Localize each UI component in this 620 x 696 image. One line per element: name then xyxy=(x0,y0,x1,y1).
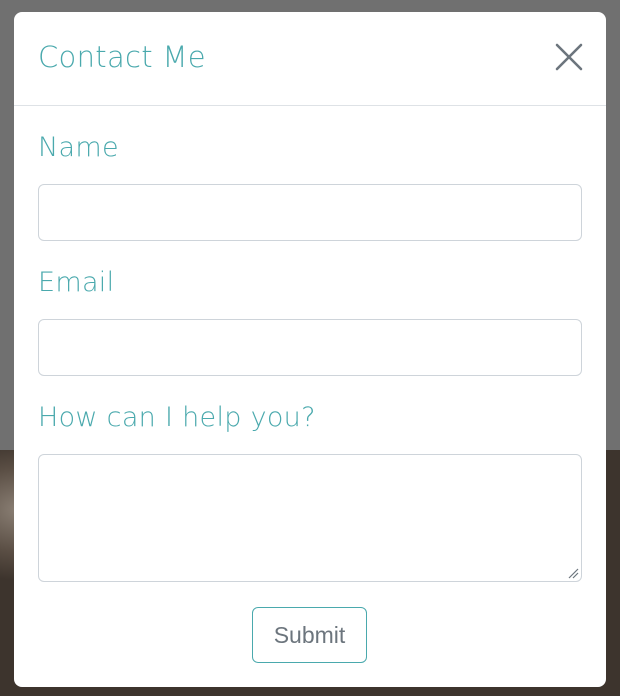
name-label: Name xyxy=(38,132,119,163)
email-input[interactable] xyxy=(38,319,582,376)
contact-modal: Contact Me Name Email How can I help you… xyxy=(14,12,606,687)
message-label: How can I help you? xyxy=(38,402,316,433)
modal-title: Contact Me xyxy=(38,40,206,74)
email-label: Email xyxy=(38,267,115,298)
close-icon xyxy=(555,43,583,71)
message-textarea[interactable] xyxy=(38,454,582,582)
modal-header: Contact Me xyxy=(14,12,606,106)
name-input[interactable] xyxy=(38,184,582,241)
resize-handle-icon[interactable] xyxy=(567,567,579,579)
close-button[interactable] xyxy=(554,42,584,72)
submit-button[interactable]: Submit xyxy=(252,607,367,663)
